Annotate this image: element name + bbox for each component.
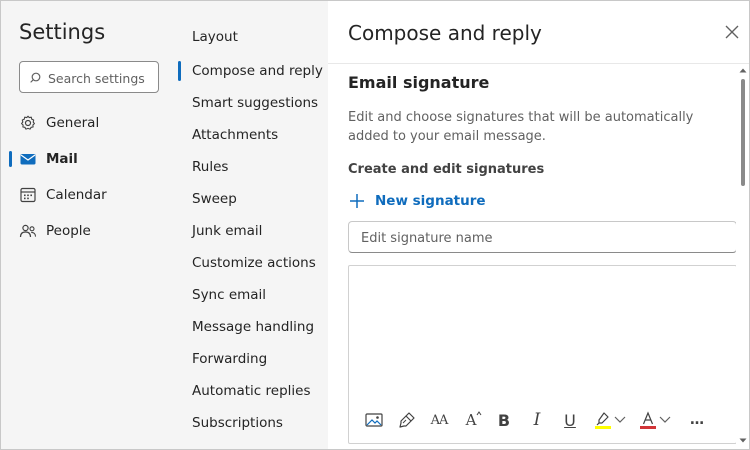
underline-button[interactable]: U xyxy=(558,406,582,434)
settings-item-subscriptions[interactable]: Subscriptions xyxy=(169,409,328,437)
settings-item-label: Smart suggestions xyxy=(192,95,319,111)
font-color-icon xyxy=(640,411,656,429)
font-size-button[interactable]: AA xyxy=(427,406,451,434)
insert-picture-button[interactable] xyxy=(362,406,386,434)
bold-icon: B xyxy=(497,410,511,430)
settings-title: Settings xyxy=(19,20,106,44)
picture-icon xyxy=(365,413,383,427)
signature-editor[interactable]: AA A B I U … xyxy=(348,265,737,444)
search-settings-box[interactable] xyxy=(19,61,159,93)
search-icon xyxy=(30,72,41,83)
signature-editor-body[interactable] xyxy=(349,266,736,396)
settings-item-junk-email[interactable]: Junk email xyxy=(169,217,328,245)
new-signature-label: New signature xyxy=(375,193,486,209)
settings-item-message-handling[interactable]: Message handling xyxy=(169,313,328,341)
bold-button[interactable]: B xyxy=(492,406,516,434)
signature-name-input[interactable] xyxy=(361,228,721,248)
nav-item-calendar[interactable]: Calendar xyxy=(1,180,169,210)
highlight-dropdown[interactable] xyxy=(611,406,629,434)
mail-icon xyxy=(20,154,36,165)
plus-icon xyxy=(350,194,364,208)
underline-icon: U xyxy=(564,410,576,430)
panel-title: Compose and reply xyxy=(348,21,542,45)
section-description: Edit and choose signatures that will be … xyxy=(348,110,694,144)
search-settings-input[interactable] xyxy=(48,68,156,88)
settings-item-label: Customize actions xyxy=(192,255,316,271)
settings-item-label: Message handling xyxy=(192,319,315,335)
settings-nav: Settings General Mail xyxy=(1,1,169,449)
signature-name-field[interactable] xyxy=(348,221,737,253)
scroll-up-arrow-icon[interactable] xyxy=(739,68,747,73)
nav-item-mail[interactable]: Mail xyxy=(1,144,169,174)
compose-and-reply-panel: Compose and reply Email signature Edit a… xyxy=(328,1,749,449)
nav-item-label: Mail xyxy=(46,151,78,167)
grow-font-button[interactable]: A xyxy=(459,406,483,434)
new-signature-button[interactable]: New signature xyxy=(348,190,486,212)
grow-font-icon: A xyxy=(466,411,481,429)
formatting-toolbar: AA A B I U … xyxy=(349,406,736,434)
more-icon: … xyxy=(690,412,704,428)
italic-button[interactable]: I xyxy=(525,406,549,434)
panel-divider xyxy=(328,63,749,64)
nav-item-label: General xyxy=(46,115,100,131)
mail-settings-list: Layout Compose and reply Smart suggestio… xyxy=(169,1,328,449)
panel-scrollbar[interactable] xyxy=(736,64,749,449)
calendar-icon xyxy=(20,187,36,203)
settings-item-forwarding[interactable]: Forwarding xyxy=(169,345,328,373)
gear-icon xyxy=(21,115,35,130)
format-painter-button[interactable] xyxy=(395,406,419,434)
settings-item-label: Sync email xyxy=(192,287,267,303)
italic-icon: I xyxy=(533,410,541,430)
settings-window: Settings General Mail xyxy=(0,0,750,450)
settings-item-rules[interactable]: Rules xyxy=(169,153,328,181)
settings-item-layout[interactable]: Layout xyxy=(169,23,328,51)
settings-item-label: Junk email xyxy=(192,223,263,239)
chevron-down-icon xyxy=(659,416,671,423)
chevron-down-icon xyxy=(614,416,626,423)
settings-item-smart-suggestions[interactable]: Smart suggestions xyxy=(169,89,328,117)
font-color-dropdown[interactable] xyxy=(656,406,674,434)
more-options-button[interactable]: … xyxy=(685,406,709,434)
nav-item-people[interactable]: People xyxy=(1,216,169,246)
caret-up-icon xyxy=(476,411,481,416)
nav-item-label: Calendar xyxy=(46,187,107,203)
scroll-down-arrow-icon[interactable] xyxy=(739,438,747,443)
settings-item-label: Rules xyxy=(192,159,229,175)
settings-item-label: Attachments xyxy=(192,127,279,143)
nav-item-label: People xyxy=(46,223,91,239)
settings-item-sweep[interactable]: Sweep xyxy=(169,185,328,213)
close-icon[interactable] xyxy=(723,23,741,41)
nav-item-general[interactable]: General xyxy=(1,108,169,138)
font-size-icon: AA xyxy=(430,412,449,428)
settings-item-label: Forwarding xyxy=(192,351,268,367)
format-painter-icon xyxy=(399,412,415,428)
people-icon xyxy=(19,224,37,238)
settings-item-label: Sweep xyxy=(192,191,237,207)
section-title: Email signature xyxy=(348,73,490,92)
settings-item-compose-and-reply[interactable]: Compose and reply xyxy=(169,57,328,85)
settings-item-sync-email[interactable]: Sync email xyxy=(169,281,328,309)
settings-item-label: Compose and reply xyxy=(192,63,323,79)
settings-item-attachments[interactable]: Attachments xyxy=(169,121,328,149)
settings-item-label: Subscriptions xyxy=(192,415,283,431)
scrollbar-thumb[interactable] xyxy=(741,79,745,186)
settings-item-customize-actions[interactable]: Customize actions xyxy=(169,249,328,277)
subheading: Create and edit signatures xyxy=(348,162,545,177)
highlighter-icon xyxy=(595,412,611,429)
settings-item-automatic-replies[interactable]: Automatic replies xyxy=(169,377,328,405)
settings-item-label: Layout xyxy=(192,29,238,45)
settings-item-label: Automatic replies xyxy=(192,383,311,399)
